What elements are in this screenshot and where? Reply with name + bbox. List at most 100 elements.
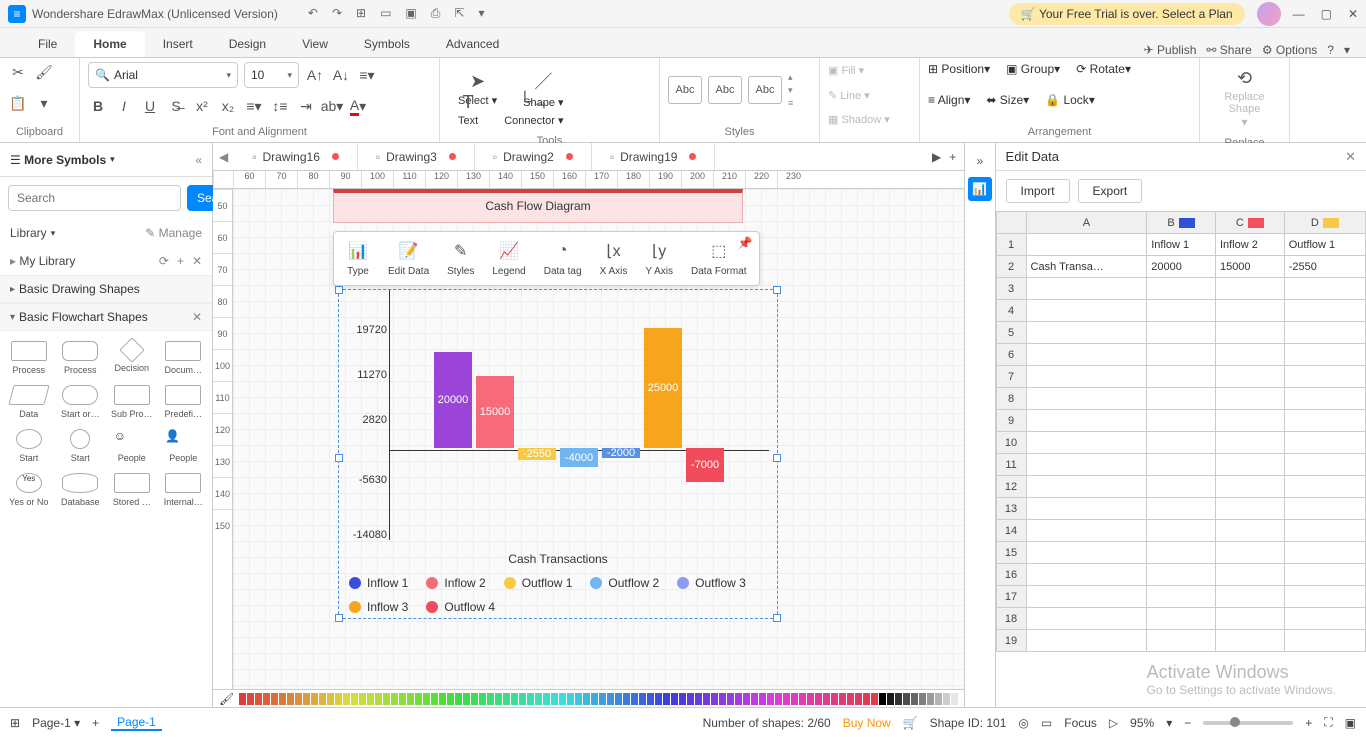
- qa-dropdown-icon[interactable]: ▾: [478, 6, 484, 21]
- color-palette[interactable]: 🖌: [213, 689, 964, 707]
- page-selector[interactable]: Page-1 ▾: [32, 716, 80, 730]
- zoom-in-icon[interactable]: +: [1305, 716, 1312, 730]
- presentation-icon[interactable]: ▭: [1041, 716, 1052, 730]
- collapse-panel-icon[interactable]: «: [195, 153, 202, 167]
- tab-symbols[interactable]: Symbols: [346, 31, 428, 57]
- style-preset-3[interactable]: Abc: [748, 76, 782, 104]
- zoom-level[interactable]: 95%: [1130, 716, 1154, 730]
- font-color-icon[interactable]: A▾: [348, 96, 368, 116]
- print-icon[interactable]: ⎙: [431, 6, 441, 21]
- shape-process-2[interactable]: Process: [56, 337, 106, 379]
- mini-styles-button[interactable]: ✎Styles: [439, 236, 482, 281]
- tabs-prev-icon[interactable]: ◀: [213, 150, 234, 164]
- mini-xaxis-button[interactable]: ⌊xX Axis: [592, 236, 636, 281]
- import-button[interactable]: Import: [1006, 179, 1070, 203]
- mini-editdata-button[interactable]: 📝Edit Data: [380, 236, 437, 281]
- mini-datatag-button[interactable]: ◔Data tag: [536, 236, 590, 281]
- italic-icon[interactable]: I: [114, 96, 134, 116]
- library-label[interactable]: Library: [10, 226, 47, 240]
- buy-now-link[interactable]: Buy Now: [843, 716, 891, 730]
- manage-library-button[interactable]: ✎ Manage: [145, 226, 202, 240]
- font-size-selector[interactable]: 10▾: [244, 62, 299, 88]
- basic-flowchart-section[interactable]: ▾Basic Flowchart Shapes ✕: [0, 303, 212, 331]
- connector-tool[interactable]: └→Connector ▾: [494, 85, 573, 133]
- style-preset-1[interactable]: Abc: [668, 76, 702, 104]
- styles-more-icon[interactable]: ≡: [788, 98, 808, 108]
- rotate-button[interactable]: ⟳ Rotate▾: [1076, 62, 1131, 76]
- shape-decision[interactable]: Decision: [107, 337, 157, 379]
- tab-insert[interactable]: Insert: [145, 31, 211, 57]
- expand-right-icon[interactable]: »: [968, 149, 992, 173]
- increase-font-icon[interactable]: A↑: [305, 65, 325, 85]
- section-close-icon[interactable]: ✕: [192, 310, 202, 324]
- data-sheet[interactable]: ABCD1Inflow 1Inflow 2Outflow 12Cash Tran…: [996, 211, 1366, 707]
- chart-selection[interactable]: 19720112702820-5630-140802000015000-2550…: [338, 289, 778, 619]
- paste-icon[interactable]: 📋: [8, 93, 28, 113]
- size-button[interactable]: ⬌ Size▾: [986, 93, 1029, 107]
- bullets-icon[interactable]: ≡▾: [244, 96, 264, 116]
- highlight-icon[interactable]: ab▾: [322, 96, 342, 116]
- font-selector[interactable]: 🔍Arial▾: [88, 62, 238, 88]
- doctab-2[interactable]: ▫Drawing3: [358, 143, 475, 170]
- share-button[interactable]: ⚯ Share: [1206, 43, 1251, 57]
- chart-panel-icon[interactable]: 📊: [968, 177, 992, 201]
- panel-close-icon[interactable]: ✕: [1345, 149, 1356, 165]
- shape-subprocess[interactable]: Sub Pro…: [107, 381, 157, 423]
- tab-home[interactable]: Home: [75, 31, 144, 57]
- add-page-icon[interactable]: +: [92, 716, 99, 730]
- minimize-icon[interactable]: —: [1293, 7, 1305, 21]
- style-preset-2[interactable]: Abc: [708, 76, 742, 104]
- tabs-next-icon[interactable]: ▶: [932, 150, 941, 164]
- shape-people-2[interactable]: 👤People: [159, 425, 209, 467]
- styles-up-icon[interactable]: ▴: [788, 72, 808, 83]
- export-button[interactable]: Export: [1078, 179, 1143, 203]
- underline-icon[interactable]: U: [140, 96, 160, 116]
- collapse-ribbon-icon[interactable]: ▾: [1344, 43, 1350, 57]
- shape-stored[interactable]: Stored …: [107, 469, 157, 511]
- line-spacing-icon[interactable]: ↕≡: [270, 96, 290, 116]
- tab-design[interactable]: Design: [211, 31, 284, 57]
- hamburger-icon[interactable]: ☰: [10, 153, 21, 167]
- play-icon[interactable]: ▷: [1109, 716, 1118, 730]
- lib-add-icon[interactable]: +: [177, 254, 184, 268]
- canvas[interactable]: Cash Flow Diagram 📊Type 📝Edit Data ✎Styl…: [233, 189, 964, 689]
- line-button[interactable]: ✎ Line ▾: [828, 87, 911, 104]
- lib-refresh-icon[interactable]: ⟳: [159, 254, 169, 268]
- fill-button[interactable]: ▣ Fill ▾: [828, 62, 911, 79]
- close-icon[interactable]: ✕: [1348, 7, 1358, 21]
- chart-title-frame[interactable]: Cash Flow Diagram: [333, 189, 743, 223]
- shape-database[interactable]: Database: [56, 469, 106, 511]
- fit-page-icon[interactable]: ⛶: [1324, 715, 1332, 730]
- focus-button[interactable]: Focus: [1064, 716, 1097, 730]
- group-button[interactable]: ▣ Group▾: [1006, 62, 1060, 76]
- tab-view[interactable]: View: [284, 31, 346, 57]
- indent-icon[interactable]: ⇥: [296, 96, 316, 116]
- cut-icon[interactable]: ✂: [8, 62, 28, 82]
- mini-legend-button[interactable]: 📈Legend: [484, 236, 533, 281]
- page-tab[interactable]: Page-1: [111, 715, 162, 731]
- shape-internal[interactable]: Internal…: [159, 469, 209, 511]
- maximize-icon[interactable]: ▢: [1321, 7, 1332, 21]
- symbols-search-input[interactable]: [8, 185, 181, 211]
- shape-start-2[interactable]: Start: [4, 425, 54, 467]
- pages-icon[interactable]: ⊞: [10, 716, 20, 730]
- decrease-font-icon[interactable]: A↓: [331, 65, 351, 85]
- redo-icon[interactable]: ↷: [332, 6, 342, 21]
- replace-shape-button[interactable]: ⟲Replace Shape ▾: [1208, 62, 1281, 135]
- basic-drawing-section[interactable]: ▸Basic Drawing Shapes: [0, 275, 212, 303]
- trial-banner[interactable]: 🛒 Your Free Trial is over. Select a Plan: [1009, 3, 1245, 25]
- open-icon[interactable]: ▭: [380, 6, 391, 21]
- my-library-item[interactable]: My Library: [19, 254, 75, 268]
- new-icon[interactable]: ⊞: [356, 6, 366, 21]
- format-painter-icon[interactable]: 🖌: [34, 62, 54, 82]
- clipboard-dd-icon[interactable]: ▾: [34, 93, 54, 113]
- doctab-4[interactable]: ▫Drawing19: [592, 143, 716, 170]
- bold-icon[interactable]: B: [88, 96, 108, 116]
- shape-start[interactable]: Start or…: [56, 381, 106, 423]
- symbols-dd-icon[interactable]: ▾: [110, 154, 115, 165]
- export-icon[interactable]: ⇱: [454, 6, 464, 21]
- zoom-out-icon[interactable]: −: [1184, 716, 1191, 730]
- tab-advanced[interactable]: Advanced: [428, 31, 517, 57]
- outline-icon[interactable]: ◎: [1018, 716, 1028, 730]
- shape-document[interactable]: Docum…: [159, 337, 209, 379]
